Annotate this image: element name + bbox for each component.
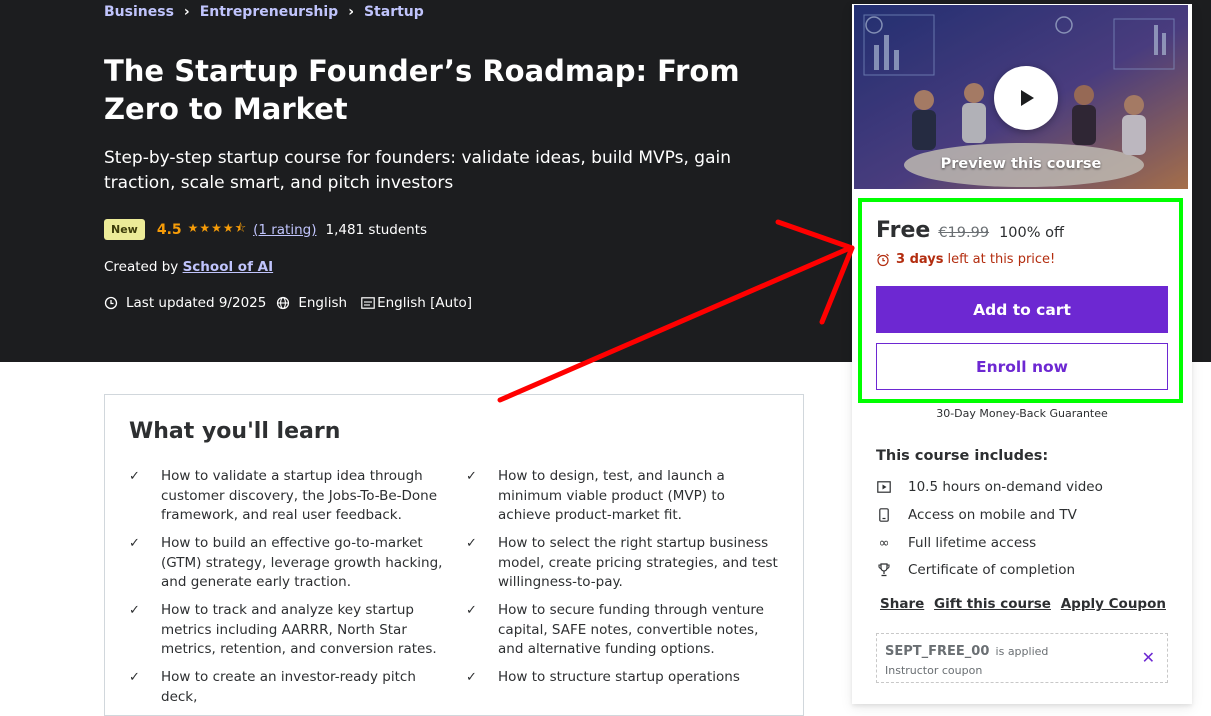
check-icon: ✓	[129, 670, 140, 685]
learn-item-text: How to secure funding through venture ca…	[498, 602, 764, 657]
globe-icon	[277, 296, 290, 310]
timer-text: left at this price!	[947, 252, 1056, 267]
check-icon: ✓	[466, 536, 477, 551]
created-by-label: Created by	[104, 259, 179, 275]
new-badge: New	[104, 219, 145, 240]
learn-item-text: How to track and analyze key startup met…	[161, 602, 437, 657]
learn-item: ✓ How to structure startup operations	[466, 668, 778, 688]
what-youll-learn: What you'll learn ✓ How to validate a sta…	[104, 394, 804, 716]
mobile-icon	[876, 508, 892, 522]
alert-clock-icon	[104, 296, 118, 310]
coupon-code: SEPT_FREE_00	[885, 644, 990, 659]
include-item: 10.5 hours on-demand video	[876, 479, 1103, 495]
check-icon: ✓	[466, 603, 477, 618]
breadcrumb: Business › Entrepreneurship › Startup	[104, 4, 424, 20]
learn-item: ✓ How to secure funding through venture c…	[466, 601, 778, 660]
captions-icon	[361, 297, 375, 309]
share-link[interactable]: Share	[880, 596, 924, 612]
learn-item: ✓ How to track and analyze key startup me…	[129, 601, 451, 660]
learn-item: ✓ How to build an effective go-to-market …	[129, 534, 451, 593]
coupon-type: Instructor coupon	[885, 664, 983, 677]
infinity-icon: ∞	[878, 535, 890, 551]
price-timer: 3 days left at this price!	[876, 252, 1055, 267]
learn-item-text: How to design, test, and launch a minimu…	[498, 468, 725, 523]
check-icon: ✓	[129, 469, 140, 484]
course-meta: Last updated 9/2025 English English [Aut…	[104, 295, 472, 311]
breadcrumb-business[interactable]: Business	[104, 4, 174, 20]
sidebar-links: Share Gift this course Apply Coupon	[880, 596, 1166, 612]
star-rating-icon: ★★★★⯪	[187, 221, 248, 235]
breadcrumb-entrepreneurship[interactable]: Entrepreneurship	[200, 4, 339, 20]
coupon-applied-text: is applied	[995, 645, 1049, 658]
rating-count-link[interactable]: (1 rating)	[253, 222, 316, 238]
learn-heading: What you'll learn	[129, 419, 341, 444]
chevron-right-icon: ›	[183, 4, 190, 20]
preview-label: Preview this course	[940, 156, 1102, 172]
learn-item: ✓ How to design, test, and launch a minim…	[466, 467, 778, 526]
play-button[interactable]	[994, 66, 1058, 130]
gift-course-link[interactable]: Gift this course	[934, 596, 1051, 612]
current-price: Free	[876, 218, 931, 243]
check-icon: ✓	[129, 603, 140, 618]
students-count: 1,481 students	[325, 221, 428, 238]
learn-item: ✓ How to validate a startup idea through …	[129, 467, 451, 526]
include-item: ∞ Full lifetime access	[876, 535, 1037, 551]
apply-coupon-link[interactable]: Apply Coupon	[1061, 596, 1166, 612]
include-text: Certificate of completion	[908, 562, 1076, 578]
price-row: Free €19.99 100% off	[876, 218, 1064, 243]
timer-days: 3 days	[896, 252, 944, 267]
rating-value: 4.5	[156, 221, 182, 238]
rating-row: New 4.5 ★★★★⯪ (1 rating) 1,481 students	[104, 219, 427, 240]
add-to-cart-button[interactable]: Add to cart	[876, 286, 1168, 333]
last-updated: Last updated 9/2025	[126, 295, 267, 311]
instructor-link[interactable]: School of AI	[183, 259, 274, 275]
include-item: Access on mobile and TV	[876, 507, 1077, 523]
includes-title: This course includes:	[876, 448, 1049, 464]
include-text: Access on mobile and TV	[908, 507, 1077, 523]
enroll-now-button[interactable]: Enroll now	[876, 343, 1168, 390]
course-language: English	[298, 295, 348, 311]
video-icon	[876, 481, 892, 493]
include-text: Full lifetime access	[908, 535, 1037, 551]
original-price: €19.99	[938, 225, 990, 241]
learn-item-text: How to validate a startup idea through c…	[161, 468, 438, 523]
money-back-guarantee: 30-Day Money-Back Guarantee	[936, 407, 1108, 420]
close-icon[interactable]: ✕	[1142, 648, 1155, 667]
trophy-icon	[876, 563, 892, 577]
play-icon	[1021, 90, 1034, 106]
purchase-sidebar: Preview this course Free €19.99 100% off…	[852, 4, 1192, 704]
learn-item-text: How to select the right startup business…	[498, 535, 778, 590]
applied-coupon: SEPT_FREE_00 is applied Instructor coupo…	[876, 633, 1168, 683]
include-text: 10.5 hours on-demand video	[908, 479, 1103, 495]
check-icon: ✓	[466, 670, 477, 685]
course-title: The Startup Founder’s Roadmap: From Zero…	[104, 54, 740, 126]
alarm-clock-icon	[877, 253, 889, 266]
created-by: Created by School of AI	[104, 259, 273, 275]
check-icon: ✓	[129, 536, 140, 551]
learn-item-text: How to build an effective go-to-market (…	[161, 535, 443, 590]
course-subtitle: Step-by-step startup course for founders…	[104, 148, 731, 193]
breadcrumb-startup[interactable]: Startup	[364, 4, 424, 20]
course-preview[interactable]: Preview this course	[854, 5, 1188, 189]
coupon-code-line: SEPT_FREE_00 is applied	[885, 644, 1048, 659]
learn-item-text: How to structure startup operations	[498, 669, 740, 685]
check-icon: ✓	[466, 469, 477, 484]
learn-item: ✓ How to select the right startup busines…	[466, 534, 778, 593]
course-captions: English [Auto]	[377, 295, 473, 311]
discount-percent: 100% off	[999, 225, 1064, 241]
learn-item-text: How to create an investor-ready pitch de…	[161, 669, 416, 705]
include-item: Certificate of completion	[876, 562, 1075, 578]
chevron-right-icon: ›	[348, 4, 354, 20]
